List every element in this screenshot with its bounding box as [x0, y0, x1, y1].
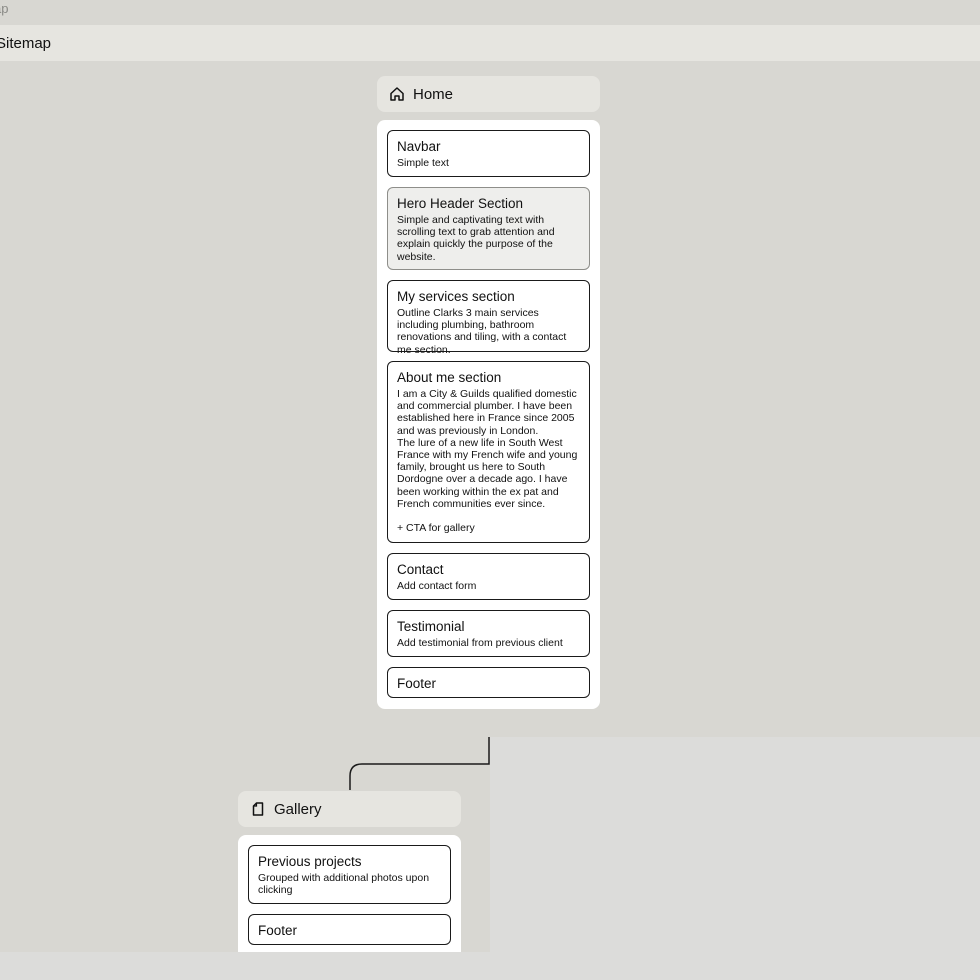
sitemap-title: Sitemap [0, 35, 52, 52]
section-card-services[interactable]: My services section Outline Clarks 3 mai… [387, 280, 590, 356]
section-title: Hero Header Section [397, 196, 524, 211]
section-description: Outline Clarks 3 main services including… [397, 307, 567, 356]
section-description: Add contact form [397, 580, 477, 592]
section-card-previous-projects[interactable]: Previous projects Grouped with additiona… [248, 845, 451, 904]
section-description: Simple and captivating text with scrolli… [397, 214, 555, 263]
section-card-navbar[interactable]: Navbar Simple text [387, 130, 590, 177]
section-title: Testimonial [397, 619, 465, 634]
page-header-gallery[interactable]: Gallery [238, 791, 461, 827]
section-title: Contact [397, 562, 444, 577]
section-card-hero-header[interactable]: Hero Header Section Simple and captivati… [387, 187, 590, 270]
section-title: About me section [397, 370, 502, 385]
section-title: Previous projects [258, 854, 362, 869]
section-card-about-me[interactable]: About me section I am a City & Guilds qu… [387, 361, 590, 543]
section-title: Footer [397, 676, 437, 691]
section-title: My services section [397, 289, 515, 304]
section-card-contact[interactable]: Contact Add contact form [387, 553, 590, 600]
section-title: Footer [258, 923, 298, 938]
section-card-footer[interactable]: Footer [248, 914, 451, 945]
canvas-area-bottom [0, 952, 980, 980]
header-bar: Sitemap [0, 25, 980, 61]
page-icon [250, 801, 266, 817]
section-description: Add testimonial from previous client [397, 637, 563, 649]
section-description: Grouped with additional photos upon clic… [258, 872, 430, 897]
canvas-area [490, 737, 980, 952]
section-description: Simple text [397, 157, 449, 169]
home-icon [389, 86, 405, 102]
section-card-footer[interactable]: Footer [387, 667, 590, 698]
page-header-home[interactable]: Home [377, 76, 600, 112]
page-title-home: Home [413, 85, 454, 103]
app-name-fragment: ap [0, 1, 9, 16]
page-body-home: Navbar Simple text Hero Header Section S… [377, 120, 600, 709]
page-title-gallery: Gallery [274, 800, 322, 818]
section-title: Navbar [397, 139, 441, 154]
section-card-testimonial[interactable]: Testimonial Add testimonial from previou… [387, 610, 590, 657]
page-body-gallery: Previous projects Grouped with additiona… [238, 835, 461, 952]
section-description: I am a City & Guilds qualified domestic … [397, 388, 578, 535]
